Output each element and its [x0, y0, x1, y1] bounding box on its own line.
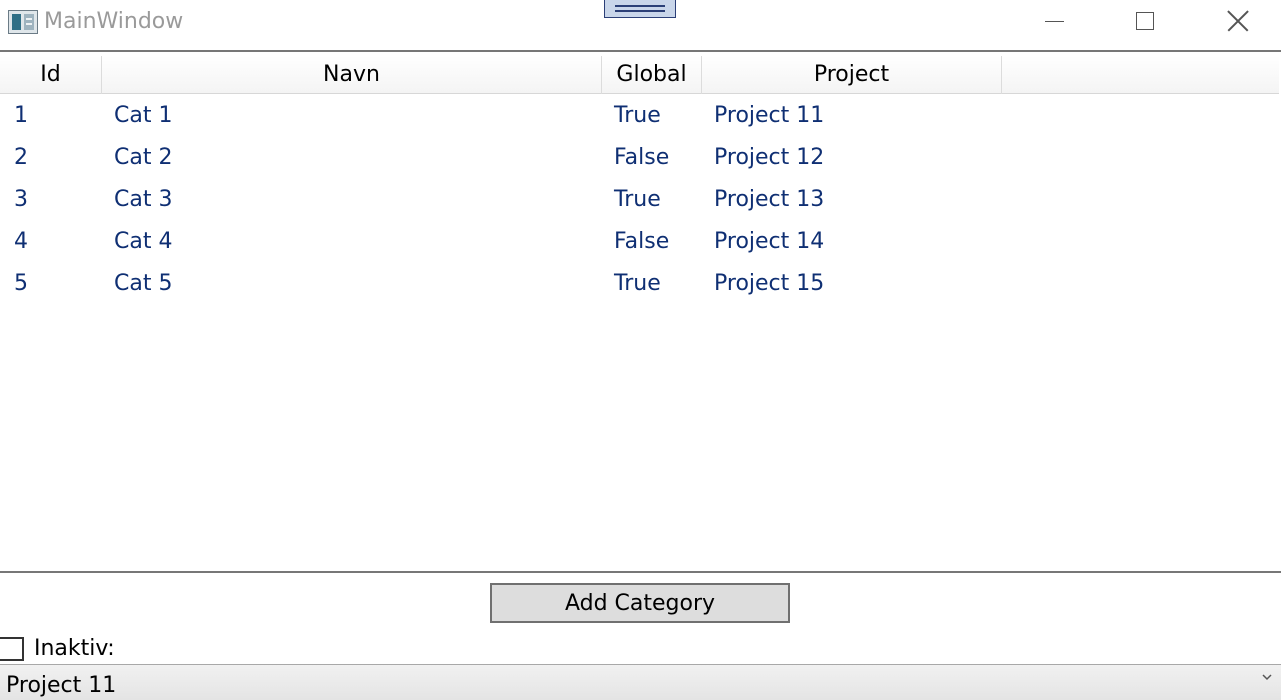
inaktiv-label: Inaktiv:: [34, 636, 115, 661]
inaktiv-checkbox[interactable]: [0, 637, 24, 661]
app-window-icon: [8, 10, 38, 34]
close-button[interactable]: [1192, 0, 1281, 46]
project-combobox[interactable]: Project 11: [0, 664, 1281, 700]
add-category-button[interactable]: Add Category: [490, 583, 790, 623]
combobox-selected-value: Project 11: [6, 673, 117, 698]
table-row[interactable]: 4 Cat 4 False Project 14: [0, 221, 1281, 263]
minimize-button[interactable]: [1008, 0, 1100, 46]
grid-divider: [0, 571, 1281, 573]
table-row[interactable]: 2 Cat 2 False Project 12: [0, 137, 1281, 179]
window-title: MainWindow: [44, 9, 184, 34]
cell-id[interactable]: 1: [14, 95, 28, 137]
maximize-button[interactable]: [1100, 0, 1192, 46]
title-bar[interactable]: MainWindow: [0, 0, 1281, 46]
cell-project[interactable]: Project 13: [714, 179, 824, 221]
main-window: MainWindow Id Navn Global Project 1 Cat …: [0, 0, 1281, 700]
cell-id[interactable]: 2: [14, 137, 28, 179]
cell-global[interactable]: True: [614, 263, 661, 305]
maximize-icon: [1136, 12, 1154, 30]
cell-project[interactable]: Project 15: [714, 263, 824, 305]
grid-header-row: Id Navn Global Project: [0, 56, 1279, 94]
cell-global[interactable]: True: [614, 179, 661, 221]
cell-id[interactable]: 5: [14, 263, 28, 305]
cell-navn[interactable]: Cat 2: [114, 137, 172, 179]
cell-global[interactable]: False: [614, 137, 669, 179]
cell-project[interactable]: Project 12: [714, 137, 824, 179]
table-row[interactable]: 5 Cat 5 True Project 15: [0, 263, 1281, 305]
cell-navn[interactable]: Cat 5: [114, 263, 172, 305]
cell-global[interactable]: False: [614, 221, 669, 263]
cell-id[interactable]: 4: [14, 221, 28, 263]
titlebar-grip-icon[interactable]: [604, 0, 676, 18]
category-data-grid[interactable]: Id Navn Global Project 1 Cat 1 True Proj…: [0, 52, 1281, 570]
minimize-icon: [1045, 21, 1064, 22]
chevron-down-icon[interactable]: [1262, 673, 1272, 683]
cell-global[interactable]: True: [614, 95, 661, 137]
cell-project[interactable]: Project 11: [714, 95, 824, 137]
cell-project[interactable]: Project 14: [714, 221, 824, 263]
cell-id[interactable]: 3: [14, 179, 28, 221]
column-header-global[interactable]: Global: [602, 56, 702, 94]
cell-navn[interactable]: Cat 1: [114, 95, 172, 137]
column-header-navn[interactable]: Navn: [102, 56, 602, 94]
column-header-project[interactable]: Project: [702, 56, 1002, 94]
grid-rows: 1 Cat 1 True Project 11 2 Cat 2 False Pr…: [0, 95, 1281, 305]
table-row[interactable]: 1 Cat 1 True Project 11: [0, 95, 1281, 137]
column-header-id[interactable]: Id: [0, 56, 102, 94]
cell-navn[interactable]: Cat 4: [114, 221, 172, 263]
close-icon: [1227, 10, 1249, 32]
table-row[interactable]: 3 Cat 3 True Project 13: [0, 179, 1281, 221]
cell-navn[interactable]: Cat 3: [114, 179, 172, 221]
